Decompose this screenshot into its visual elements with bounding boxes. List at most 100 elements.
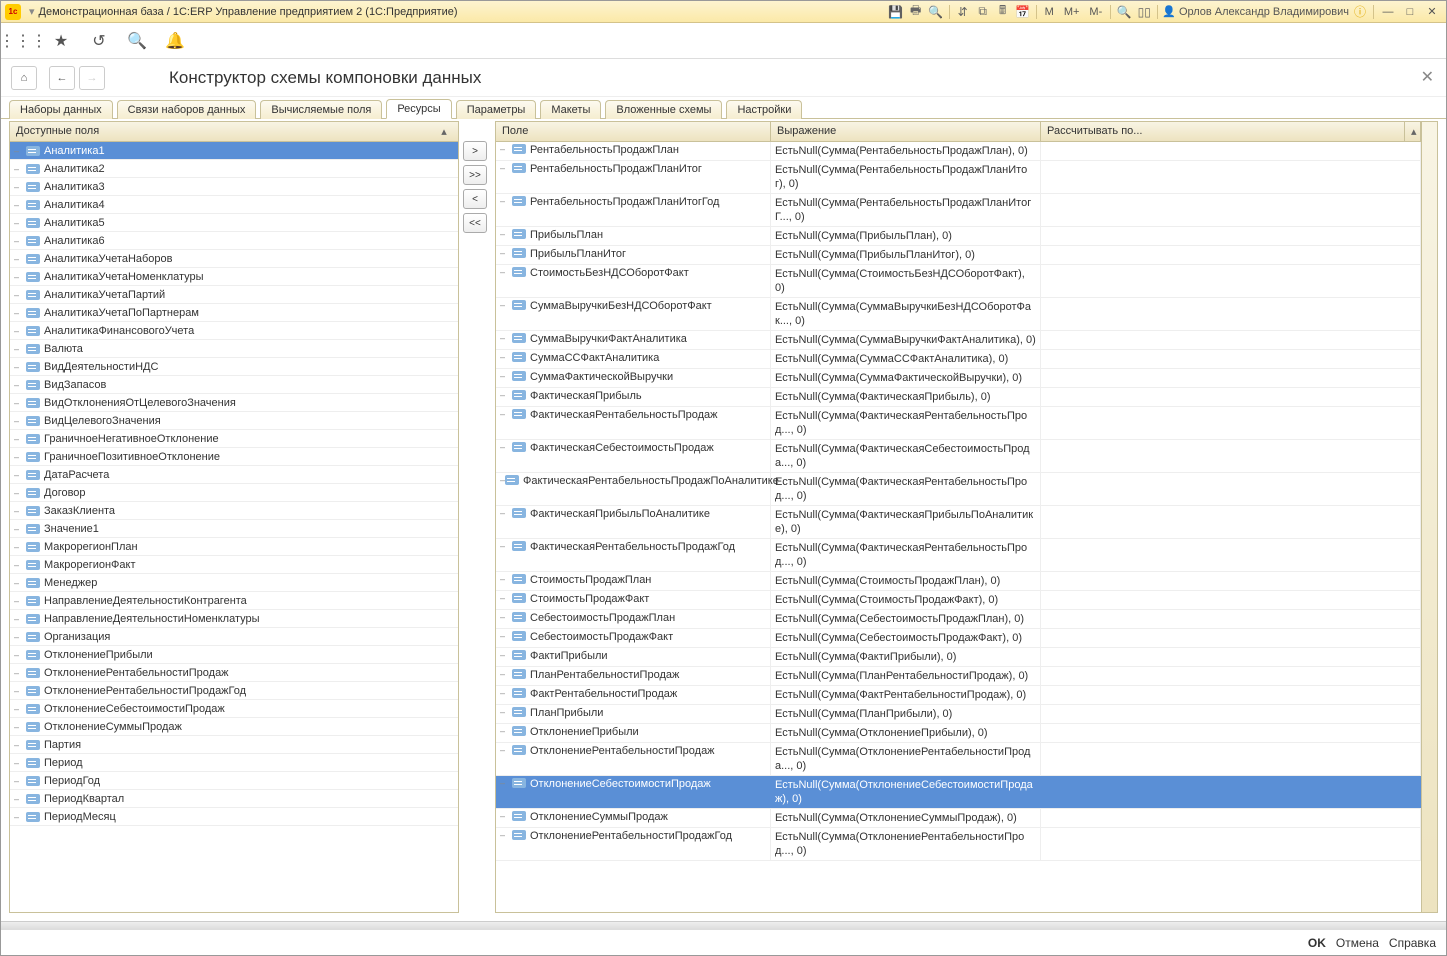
- table-row[interactable]: –ФактическаяПрибыльПоАналитике ЕстьNull(…: [496, 506, 1421, 539]
- help-button[interactable]: Справка: [1389, 936, 1436, 950]
- list-item[interactable]: –Аналитика2: [10, 160, 458, 178]
- table-row[interactable]: –ОтклонениеПрибыли ЕстьNull(Сумма(Отклон…: [496, 724, 1421, 743]
- table-row[interactable]: –ПрибыльПлан ЕстьNull(Сумма(ПрибыльПлан)…: [496, 227, 1421, 246]
- tab-5[interactable]: Макеты: [540, 100, 601, 119]
- table-row[interactable]: –ФактиПрибыли ЕстьNull(Сумма(ФактиПрибыл…: [496, 648, 1421, 667]
- calculator-icon[interactable]: 🖩: [994, 4, 1012, 20]
- col-calculate-header[interactable]: Рассчитывать по...: [1041, 122, 1405, 141]
- tab-0[interactable]: Наборы данных: [9, 100, 113, 119]
- table-row[interactable]: –ФактическаяРентабельностьПродаж ЕстьNul…: [496, 407, 1421, 440]
- zoom-icon[interactable]: 🔍: [1115, 4, 1133, 20]
- table-row[interactable]: –ФактическаяПрибыль ЕстьNull(Сумма(Факти…: [496, 388, 1421, 407]
- print-icon[interactable]: 🖶: [907, 4, 925, 20]
- table-row[interactable]: –ОтклонениеСуммыПродаж ЕстьNull(Сумма(От…: [496, 809, 1421, 828]
- history-icon[interactable]: ↺: [89, 31, 109, 51]
- list-item[interactable]: –Менеджер: [10, 574, 458, 592]
- tab-6[interactable]: Вложенные схемы: [605, 100, 722, 119]
- tab-2[interactable]: Вычисляемые поля: [260, 100, 382, 119]
- list-item[interactable]: –ПериодГод: [10, 772, 458, 790]
- favorites-icon[interactable]: ★: [51, 31, 71, 51]
- tab-3[interactable]: Ресурсы: [386, 99, 451, 119]
- copy-icon[interactable]: ⧉: [974, 4, 992, 20]
- cancel-button[interactable]: Отмена: [1336, 936, 1379, 950]
- list-item[interactable]: –АналитикаУчетаПоПартнерам: [10, 304, 458, 322]
- ok-button[interactable]: OK: [1308, 936, 1326, 950]
- table-row[interactable]: –РентабельностьПродажПланИтог ЕстьNull(С…: [496, 161, 1421, 194]
- table-row[interactable]: –СтоимостьПродажФакт ЕстьNull(Сумма(Стои…: [496, 591, 1421, 610]
- list-item[interactable]: –ВидОтклоненияОтЦелевогоЗначения: [10, 394, 458, 412]
- list-item[interactable]: –Валюта: [10, 340, 458, 358]
- table-row[interactable]: –ПрибыльПланИтог ЕстьNull(Сумма(ПрибыльП…: [496, 246, 1421, 265]
- calendar-icon[interactable]: 📅: [1014, 4, 1032, 20]
- list-item[interactable]: –АналитикаУчетаНоменклатуры: [10, 268, 458, 286]
- list-item[interactable]: –НаправлениеДеятельностиНоменклатуры: [10, 610, 458, 628]
- list-item[interactable]: –Аналитика5: [10, 214, 458, 232]
- table-row[interactable]: –СтоимостьБезНДСОборотФакт ЕстьNull(Сумм…: [496, 265, 1421, 298]
- list-item[interactable]: –Аналитика4: [10, 196, 458, 214]
- tab-1[interactable]: Связи наборов данных: [117, 100, 257, 119]
- scroll-up-icon[interactable]: ▴: [436, 125, 452, 138]
- remove-button[interactable]: <: [463, 189, 487, 209]
- table-row[interactable]: –СебестоимостьПродажПлан ЕстьNull(Сумма(…: [496, 610, 1421, 629]
- back-button[interactable]: ←: [49, 66, 75, 90]
- list-item[interactable]: –ОтклонениеРентабельностиПродаж: [10, 664, 458, 682]
- list-item[interactable]: –ГраничноеНегативноеОтклонение: [10, 430, 458, 448]
- menu-dropdown-icon[interactable]: ▾: [29, 5, 35, 18]
- table-row[interactable]: –СтоимостьПродажПлан ЕстьNull(Сумма(Стои…: [496, 572, 1421, 591]
- table-row[interactable]: –ОтклонениеРентабельностиПродажГод ЕстьN…: [496, 828, 1421, 861]
- table-row[interactable]: –СуммаФактическойВыручки ЕстьNull(Сумма(…: [496, 369, 1421, 388]
- compare-icon[interactable]: ⇵: [954, 4, 972, 20]
- list-item[interactable]: –АналитикаФинансовогоУчета: [10, 322, 458, 340]
- table-row[interactable]: –ПланРентабельностиПродаж ЕстьNull(Сумма…: [496, 667, 1421, 686]
- list-item[interactable]: –МакрорегионПлан: [10, 538, 458, 556]
- list-item[interactable]: –Аналитика1: [10, 142, 458, 160]
- list-item[interactable]: –ОтклонениеПрибыли: [10, 646, 458, 664]
- maximize-button[interactable]: □: [1400, 4, 1420, 20]
- save-icon[interactable]: 💾: [887, 4, 905, 20]
- scroll-up-icon[interactable]: ▴: [1405, 122, 1421, 141]
- tab-4[interactable]: Параметры: [456, 100, 537, 119]
- col-field-header[interactable]: Поле: [496, 122, 771, 141]
- panels-icon[interactable]: ▯▯: [1135, 4, 1153, 20]
- list-item[interactable]: –Организация: [10, 628, 458, 646]
- preview-icon[interactable]: 🔍: [927, 4, 945, 20]
- list-item[interactable]: –ОтклонениеСуммыПродаж: [10, 718, 458, 736]
- list-item[interactable]: –ПериодМесяц: [10, 808, 458, 826]
- list-item[interactable]: –Аналитика6: [10, 232, 458, 250]
- minimize-button[interactable]: —: [1378, 4, 1398, 20]
- list-item[interactable]: –МакрорегионФакт: [10, 556, 458, 574]
- list-item[interactable]: –НаправлениеДеятельностиКонтрагента: [10, 592, 458, 610]
- list-item[interactable]: –Значение1: [10, 520, 458, 538]
- table-row[interactable]: –СуммаВыручкиФактАналитика ЕстьNull(Сумм…: [496, 331, 1421, 350]
- list-item[interactable]: –ЗаказКлиента: [10, 502, 458, 520]
- list-item[interactable]: –ОтклонениеРентабельностиПродажГод: [10, 682, 458, 700]
- table-row[interactable]: –РентабельностьПродажПланИтогГод ЕстьNul…: [496, 194, 1421, 227]
- list-item[interactable]: –ДатаРасчета: [10, 466, 458, 484]
- list-item[interactable]: –ОтклонениеСебестоимостиПродаж: [10, 700, 458, 718]
- list-item[interactable]: –ВидДеятельностиНДС: [10, 358, 458, 376]
- table-row[interactable]: –РентабельностьПродажПлан ЕстьNull(Сумма…: [496, 142, 1421, 161]
- memory-mplus-button[interactable]: M+: [1060, 6, 1084, 18]
- list-item[interactable]: –ВидЦелевогоЗначения: [10, 412, 458, 430]
- table-row[interactable]: –ОтклонениеСебестоимостиПродаж ЕстьNull(…: [496, 776, 1421, 809]
- table-row[interactable]: –ФактическаяСебестоимостьПродаж ЕстьNull…: [496, 440, 1421, 473]
- table-row[interactable]: –ПланПрибыли ЕстьNull(Сумма(ПланПрибыли)…: [496, 705, 1421, 724]
- list-item[interactable]: –ПериодКвартал: [10, 790, 458, 808]
- memory-m-button[interactable]: M: [1041, 6, 1058, 18]
- add-button[interactable]: >: [463, 141, 487, 161]
- add-all-button[interactable]: >>: [463, 165, 487, 185]
- table-row[interactable]: –ФактРентабельностиПродаж ЕстьNull(Сумма…: [496, 686, 1421, 705]
- list-item[interactable]: –Договор: [10, 484, 458, 502]
- resize-bar[interactable]: [1, 921, 1446, 929]
- resources-grid[interactable]: –РентабельностьПродажПлан ЕстьNull(Сумма…: [496, 142, 1421, 912]
- apps-icon[interactable]: ⋮⋮⋮: [13, 31, 33, 51]
- list-item[interactable]: –Аналитика3: [10, 178, 458, 196]
- list-item[interactable]: –АналитикаУчетаПартий: [10, 286, 458, 304]
- table-row[interactable]: –ФактическаяРентабельностьПродажГод Есть…: [496, 539, 1421, 572]
- table-row[interactable]: –СуммаССФактАналитика ЕстьNull(Сумма(Сум…: [496, 350, 1421, 369]
- search-icon[interactable]: 🔍: [127, 31, 147, 51]
- col-expression-header[interactable]: Выражение: [771, 122, 1041, 141]
- close-window-button[interactable]: ✕: [1422, 4, 1442, 20]
- table-row[interactable]: –ФактическаяРентабельностьПродажПоАналит…: [496, 473, 1421, 506]
- table-row[interactable]: –ОтклонениеРентабельностиПродаж ЕстьNull…: [496, 743, 1421, 776]
